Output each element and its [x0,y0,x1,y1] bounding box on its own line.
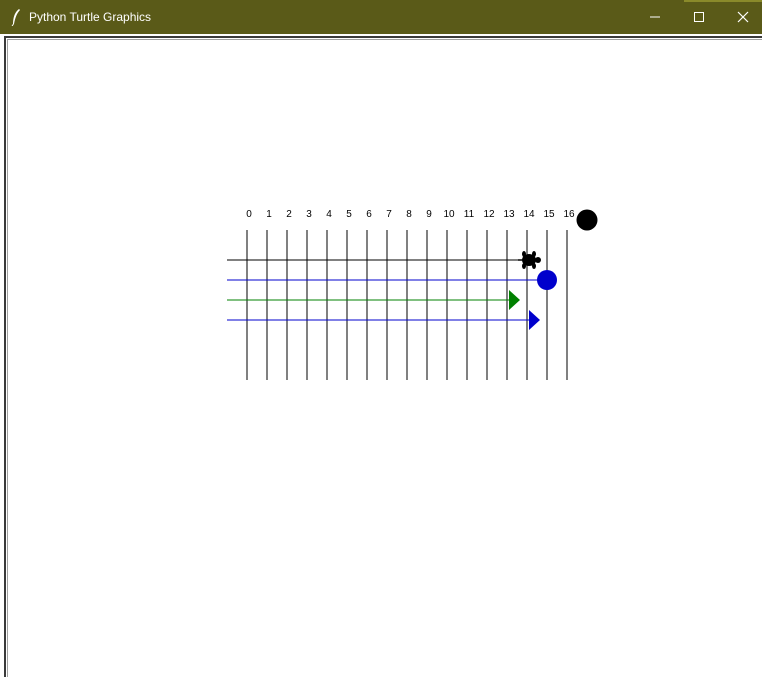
column-label-13: 13 [503,209,515,220]
column-label-1: 1 [266,209,272,220]
column-label-14: 14 [523,209,535,220]
column-label-16: 16 [563,209,575,220]
turtle-canvas[interactable]: 0 1 2 3 4 5 6 7 8 9 10 11 12 13 14 15 16 [0,0,762,677]
column-label-7: 7 [386,209,392,220]
arrow-icon [529,310,540,330]
column-label-15: 15 [543,209,555,220]
column-label-11: 11 [464,209,475,220]
column-label-6: 6 [366,209,372,220]
column-label-3: 3 [306,209,312,220]
column-label-9: 9 [426,209,432,220]
column-label-10: 10 [443,209,455,220]
column-label-0: 0 [246,209,252,220]
turtle-icon [518,251,541,269]
column-label-5: 5 [346,209,352,220]
column-label-4: 4 [326,209,332,220]
column-label-2: 2 [286,209,292,220]
black-dot-marker [576,209,598,231]
circle-marker [537,270,557,290]
arrow-icon [509,290,520,310]
column-label-8: 8 [406,209,412,220]
column-label-12: 12 [483,209,495,220]
